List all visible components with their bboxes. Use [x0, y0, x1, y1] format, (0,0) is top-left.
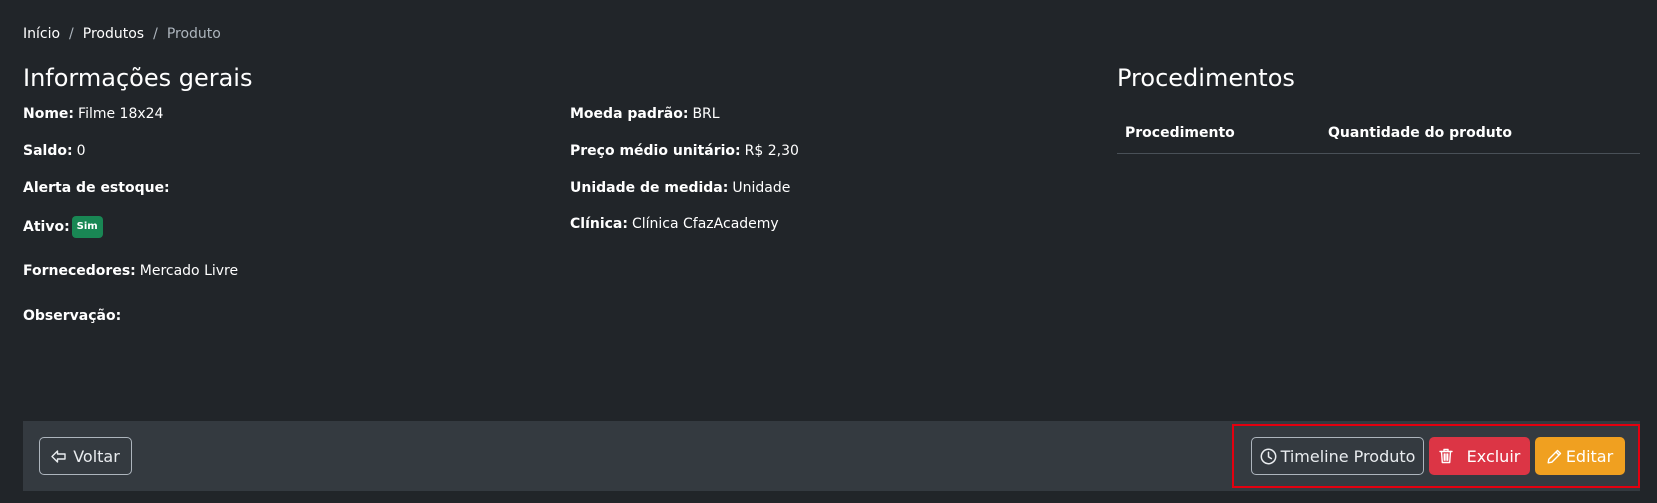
breadcrumb-link-inicio[interactable]: Início	[23, 26, 60, 42]
column-header-procedimento: Procedimento	[1125, 125, 1235, 141]
field-label: Moeda padrão:	[570, 106, 689, 122]
editar-button[interactable]: Editar	[1535, 437, 1625, 475]
field-moeda-padrao: Moeda padrão: BRL	[570, 106, 720, 122]
trash-icon	[1438, 448, 1453, 464]
timeline-label: Timeline Produto	[1280, 446, 1416, 466]
pencil-icon	[1547, 449, 1562, 463]
field-ativo: Ativo: Sim	[23, 216, 103, 238]
field-nome: Nome: Filme 18x24	[23, 106, 163, 122]
field-observacao: Observação:	[23, 308, 125, 324]
field-value: R$ 2,30	[744, 143, 799, 159]
field-unidade-medida: Unidade de medida: Unidade	[570, 180, 790, 196]
clock-icon	[1260, 448, 1277, 464]
status-badge: Sim	[71, 216, 103, 238]
field-value: Unidade	[732, 180, 791, 196]
field-value: Filme 18x24	[78, 106, 164, 122]
general-info-title: Informações gerais	[23, 64, 253, 92]
breadcrumb-link-produtos[interactable]: Produtos	[83, 26, 144, 42]
field-fornecedores: Fornecedores: Mercado Livre	[23, 263, 238, 279]
procedimentos-title: Procedimentos	[1117, 64, 1295, 92]
table-header: Procedimento Quantidade do produto	[1117, 113, 1640, 154]
procedimentos-table: Procedimento Quantidade do produto	[1117, 113, 1640, 154]
field-label: Saldo:	[23, 143, 73, 159]
field-label: Preço médio unitário:	[570, 143, 741, 159]
editar-label: Editar	[1565, 446, 1614, 466]
field-label: Fornecedores:	[23, 263, 136, 279]
breadcrumb-separator: /	[153, 26, 158, 42]
breadcrumb: Início / Produtos / Produto	[23, 26, 221, 42]
excluir-label: Excluir	[1466, 446, 1521, 466]
field-label: Unidade de medida:	[570, 180, 729, 196]
field-label: Observação:	[23, 308, 122, 324]
arrow-left-icon	[51, 449, 66, 463]
voltar-label: Voltar	[73, 446, 120, 466]
field-value: Mercado Livre	[139, 263, 239, 279]
breadcrumb-current: Produto	[166, 26, 221, 42]
excluir-button[interactable]: Excluir	[1429, 437, 1530, 475]
field-label: Alerta de estoque:	[23, 180, 170, 196]
field-label: Clínica:	[570, 216, 628, 232]
field-alerta-estoque: Alerta de estoque:	[23, 180, 174, 196]
field-label: Nome:	[23, 106, 75, 122]
field-clinica: Clínica: Clínica CfazAcademy	[570, 216, 779, 232]
field-value: Clínica CfazAcademy	[631, 216, 779, 232]
voltar-button[interactable]: Voltar	[39, 437, 132, 475]
breadcrumb-separator: /	[69, 26, 74, 42]
column-header-quantidade: Quantidade do produto	[1328, 125, 1512, 141]
field-label: Ativo:	[23, 219, 70, 235]
field-value: 0	[76, 143, 86, 159]
field-saldo: Saldo: 0	[23, 143, 86, 159]
field-preco-medio: Preço médio unitário: R$ 2,30	[570, 143, 799, 159]
field-value: BRL	[692, 106, 720, 122]
timeline-produto-button[interactable]: Timeline Produto	[1251, 437, 1424, 475]
